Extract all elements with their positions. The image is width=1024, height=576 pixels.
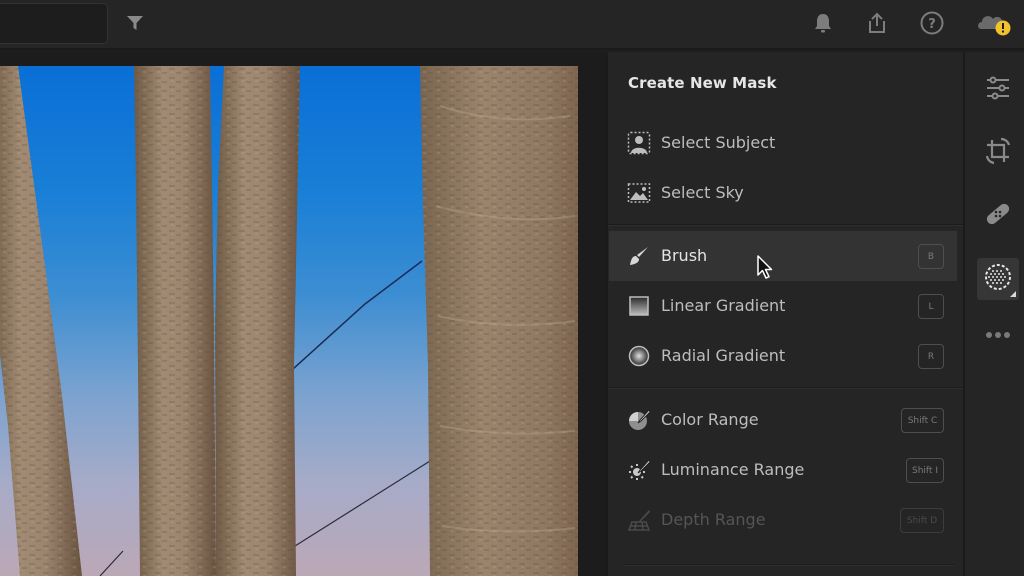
tool-more[interactable]	[977, 312, 1019, 354]
luminance-range-icon	[627, 458, 651, 482]
mask-option-radial-gradient[interactable]: Radial Gradient R	[609, 331, 957, 381]
search-input[interactable]	[0, 3, 108, 44]
svg-text:?: ?	[928, 17, 936, 32]
select-sky-icon	[627, 181, 651, 205]
shortcut-badge: L	[918, 294, 944, 319]
filter-icon[interactable]	[120, 8, 150, 38]
divider	[608, 224, 964, 226]
create-mask-panel: Create New Mask Select Subject Select Sk…	[607, 52, 964, 576]
more-icon	[985, 324, 1011, 343]
help-icon[interactable]: ?	[917, 8, 947, 38]
photo-canvas[interactable]	[0, 66, 578, 576]
radial-gradient-icon	[627, 344, 651, 368]
mask-option-select-subject[interactable]: Select Subject	[609, 118, 957, 168]
mask-option-luminance-range[interactable]: Luminance Range Shift I	[609, 445, 957, 495]
mask-option-label: Brush	[661, 246, 708, 265]
mask-option-label: Depth Range	[661, 510, 766, 529]
panel-title: Create New Mask	[628, 74, 777, 92]
mask-option-label: Color Range	[661, 410, 759, 429]
mask-option-depth-range: Depth Range Shift D	[609, 495, 957, 545]
mask-option-label: Select Subject	[661, 133, 776, 152]
submenu-indicator-icon	[1010, 291, 1016, 297]
crop-rotate-icon	[984, 137, 1012, 169]
mask-option-brush[interactable]: Brush B	[609, 231, 957, 281]
shortcut-badge: R	[918, 344, 944, 369]
linear-gradient-icon	[627, 294, 651, 318]
tool-edit[interactable]	[977, 69, 1019, 111]
mask-option-label: Radial Gradient	[661, 346, 786, 365]
bell-icon[interactable]	[808, 8, 838, 38]
cloud-warning-icon[interactable]	[974, 8, 1014, 38]
mask-option-select-sky[interactable]: Select Sky	[609, 168, 957, 218]
mask-option-linear-gradient[interactable]: Linear Gradient L	[609, 281, 957, 331]
photo-canvas-area[interactable]	[0, 52, 607, 576]
mask-option-label: Luminance Range	[661, 460, 805, 479]
masking-icon	[984, 263, 1012, 295]
divider	[608, 387, 964, 389]
bandage-icon	[984, 200, 1012, 232]
brush-icon	[627, 244, 651, 268]
divider	[624, 564, 954, 566]
select-subject-icon	[627, 131, 651, 155]
tool-crop[interactable]	[977, 132, 1019, 174]
tool-strip	[963, 52, 1024, 576]
top-bar: ?	[0, 0, 1024, 50]
tool-healing[interactable]	[977, 195, 1019, 237]
shortcut-badge: Shift D	[900, 508, 944, 533]
shortcut-badge: Shift C	[901, 408, 944, 433]
sliders-icon	[985, 75, 1011, 105]
shortcut-badge: B	[918, 244, 944, 269]
tool-masking[interactable]	[977, 258, 1019, 300]
shortcut-badge: Shift I	[906, 458, 944, 483]
mask-option-label: Select Sky	[661, 183, 744, 202]
mask-option-color-range[interactable]: Color Range Shift C	[609, 395, 957, 445]
color-range-icon	[627, 408, 651, 432]
mask-option-label: Linear Gradient	[661, 296, 786, 315]
depth-range-icon	[627, 508, 651, 532]
share-icon[interactable]	[862, 8, 892, 38]
